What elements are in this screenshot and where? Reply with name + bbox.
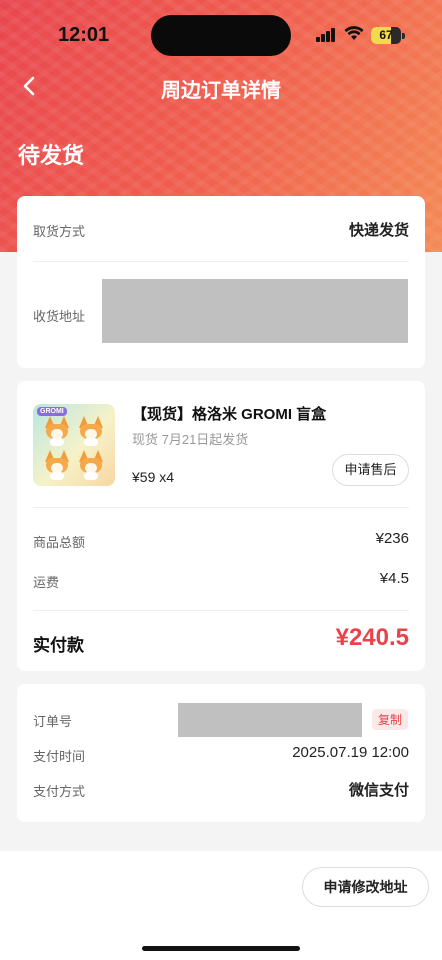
order-number-label: 订单号 xyxy=(33,714,73,729)
status-time: 12:01 xyxy=(58,24,110,46)
goods-total-value: ¥236 xyxy=(375,530,409,547)
status-bar: 12:01 67 xyxy=(0,0,442,72)
pickup-method-value: 快递发货 xyxy=(348,222,409,239)
after-sale-button[interactable]: 申请售后 xyxy=(332,454,409,486)
payment-method-value: 微信支付 xyxy=(348,782,409,799)
page-title: 周边订单详情 xyxy=(161,80,281,102)
payment-time-label: 支付时间 xyxy=(33,749,86,764)
corgi-figure xyxy=(77,450,105,480)
copy-order-number-button[interactable]: 复制 xyxy=(371,709,408,730)
nav-bar: 周边订单详情 xyxy=(0,66,442,106)
pickup-method-label: 取货方式 xyxy=(33,224,86,239)
corgi-figure xyxy=(43,416,71,446)
paid-amount-value: ¥240.5 xyxy=(335,624,409,651)
delivery-card: 取货方式 快递发货 收货地址 xyxy=(17,196,425,368)
address-redacted-block xyxy=(102,279,408,343)
battery-icon: 67 xyxy=(371,27,405,44)
product-price-quantity: ¥59 x4 xyxy=(132,469,175,485)
order-status: 待发货 xyxy=(18,143,85,168)
product-shipping-note: 现货 7月21日起发货 xyxy=(132,432,249,447)
home-indicator xyxy=(142,946,300,951)
product-image[interactable]: GROMI xyxy=(33,404,115,486)
order-number-redacted-block xyxy=(178,703,362,737)
payment-time-value: 2025.07.19 12:00 xyxy=(292,744,409,761)
bottom-action-bar: 申请修改地址 xyxy=(0,851,442,960)
dynamic-island xyxy=(151,15,291,56)
cellular-signal-icon xyxy=(316,28,336,42)
shipping-fee-label: 运费 xyxy=(33,575,60,590)
divider xyxy=(33,261,409,262)
divider xyxy=(33,610,409,611)
order-info-card: 订单号 复制 支付时间 2025.07.19 12:00 支付方式 微信支付 xyxy=(17,684,425,822)
goods-total-label: 商品总额 xyxy=(33,535,86,550)
paid-amount-label: 实付款 xyxy=(33,636,84,655)
corgi-figure xyxy=(43,450,71,480)
battery-percentage: 67 xyxy=(379,28,393,42)
shipping-fee-value: ¥4.5 xyxy=(379,570,409,587)
address-label: 收货地址 xyxy=(33,309,86,324)
modify-address-button[interactable]: 申请修改地址 xyxy=(302,867,429,907)
product-card: GROMI 【现货】格洛米 GROMI 盲盒 现货 7月21日起发货 ¥59 x… xyxy=(17,381,425,671)
payment-method-label: 支付方式 xyxy=(33,784,86,799)
divider xyxy=(33,507,409,508)
product-logo: GROMI xyxy=(37,407,67,416)
product-title[interactable]: 【现货】格洛米 GROMI 盲盒 xyxy=(132,403,326,424)
wifi-icon xyxy=(344,26,364,40)
corgi-figure xyxy=(77,416,105,446)
